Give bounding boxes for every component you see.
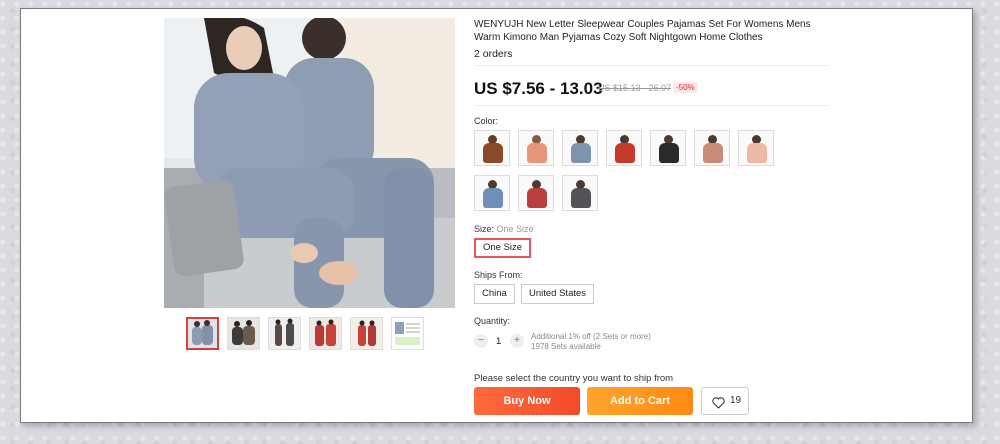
wishlist-count: 19 xyxy=(730,395,742,406)
size-option-one-size[interactable]: One Size xyxy=(474,238,532,258)
color-swatch-pink-beige[interactable] xyxy=(694,130,730,166)
thumbnail-red-couple[interactable] xyxy=(309,317,342,350)
divider xyxy=(474,65,829,66)
stock-available: 1978 Sets available xyxy=(531,342,601,351)
bulk-offer-note: Additional 1% off (2 Sets or more) xyxy=(531,332,651,341)
color-swatch-red[interactable] xyxy=(606,130,642,166)
original-price: US $15.13 - 26.07 xyxy=(598,83,672,93)
buy-now-button[interactable]: Buy Now xyxy=(474,387,580,415)
thumbnail-dark-couple[interactable] xyxy=(227,317,260,350)
wishlist-button[interactable]: 19 xyxy=(701,387,749,415)
color-swatch-brown[interactable] xyxy=(474,130,510,166)
quantity-label: Quantity: xyxy=(474,316,511,326)
price-range: US $7.56 - 13.03 xyxy=(474,79,603,98)
product-card: WENYUJH New Letter Sleepwear Couples Paj… xyxy=(20,8,973,423)
ships-from-label: Ships From: xyxy=(474,270,523,280)
heart-icon xyxy=(712,394,725,420)
color-swatch-blue[interactable] xyxy=(474,175,510,211)
product-photo xyxy=(164,18,455,308)
main-product-image[interactable] xyxy=(164,18,455,308)
thumbnail-grey-couple[interactable] xyxy=(186,317,219,350)
color-swatch-blue-grey[interactable] xyxy=(562,130,598,166)
thumbnail-size-chart[interactable] xyxy=(391,317,424,350)
color-swatch-salmon[interactable] xyxy=(518,130,554,166)
thumbnail-red-pair[interactable] xyxy=(350,317,383,350)
color-swatch-light-pink[interactable] xyxy=(738,130,774,166)
size-label: Size: One Size xyxy=(474,224,534,234)
quantity-value[interactable]: 1 xyxy=(496,336,501,347)
add-to-cart-button[interactable]: Add to Cart xyxy=(587,387,693,415)
color-label: Color: xyxy=(474,116,499,126)
color-swatch-black[interactable] xyxy=(650,130,686,166)
ship-option-china[interactable]: China xyxy=(474,284,515,304)
quantity-minus-button[interactable]: − xyxy=(474,334,488,348)
product-title: WENYUJH New Letter Sleepwear Couples Paj… xyxy=(474,19,811,43)
ship-country-message: Please select the country you want to sh… xyxy=(474,373,674,384)
orders-count: 2 orders xyxy=(474,48,513,60)
color-swatches-row-1 xyxy=(474,130,774,166)
size-label-text: Size: xyxy=(474,224,495,234)
size-selected-text: One Size xyxy=(496,224,534,234)
discount-badge: -50% xyxy=(673,82,698,93)
color-swatch-wine-red[interactable] xyxy=(518,175,554,211)
divider xyxy=(474,105,829,106)
quantity-plus-button[interactable]: + xyxy=(510,334,524,348)
color-swatch-dark-grey[interactable] xyxy=(562,175,598,211)
thumbnail-strip xyxy=(186,317,424,350)
thumbnail-couple-standing[interactable] xyxy=(268,317,301,350)
color-swatches-row-2 xyxy=(474,175,598,211)
ship-option-united-states[interactable]: United States xyxy=(521,284,595,304)
